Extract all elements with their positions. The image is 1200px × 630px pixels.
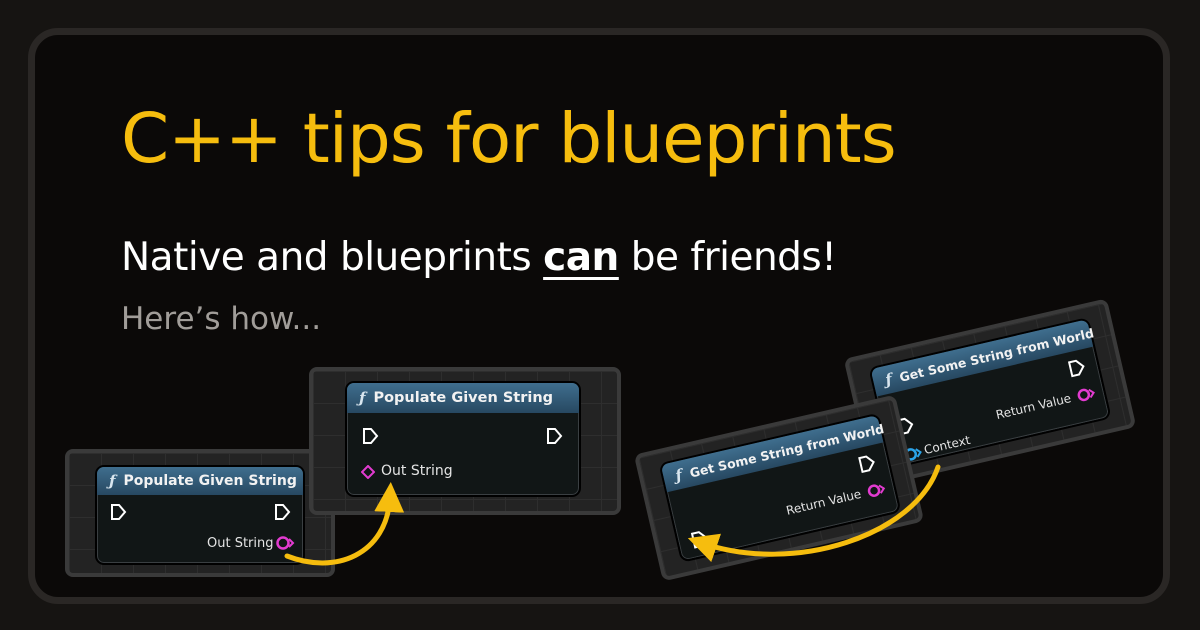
function-icon: ƒ [359, 389, 366, 407]
function-icon: ƒ [673, 465, 684, 485]
pin-label-out-string: Out String [381, 463, 453, 479]
subtitle-emphasis: can [543, 235, 619, 280]
function-icon: ƒ [109, 472, 116, 490]
hero-card: C++ tips for blueprints Native and bluep… [28, 28, 1170, 604]
node-header: ƒ Populate Given String [347, 383, 579, 413]
string-return-pin-icon[interactable] [1074, 384, 1097, 404]
string-value-pin-icon[interactable] [361, 465, 375, 479]
function-icon: ƒ [883, 369, 894, 389]
lead-text: Here’s how... [121, 301, 322, 337]
pin-label-return-value: Return Value [784, 486, 863, 518]
blueprint-node-populate-string-value[interactable]: ƒ Populate Given String Out String [345, 381, 581, 497]
node-title: Populate Given String [373, 390, 554, 406]
exec-output-pin-icon[interactable] [545, 427, 563, 445]
blueprint-panel-after-left: ƒ Populate Given String Out String [309, 367, 621, 515]
blueprint-node-populate-string-ref[interactable]: ƒ Populate Given String Out String [95, 465, 305, 565]
pin-label-return-value: Return Value [994, 391, 1073, 423]
subtitle-start: Native and blueprints [121, 235, 532, 280]
string-return-pin-icon[interactable] [864, 480, 887, 500]
node-title: Get Some String from World [897, 324, 1096, 385]
node-title: Populate Given String [123, 473, 297, 489]
node-header: ƒ Populate Given String [97, 467, 303, 495]
subtitle-end: be friends! [630, 235, 837, 280]
page-title: C++ tips for blueprints [121, 99, 897, 179]
node-header: ƒ Get Some String from World [660, 415, 886, 493]
exec-input-pin-icon[interactable] [109, 503, 127, 521]
exec-output-pin-icon[interactable] [1066, 357, 1088, 379]
blueprint-node-get-string[interactable]: ƒ Get Some String from World Return Valu… [658, 412, 902, 563]
pin-label-context: Context [922, 432, 972, 458]
exec-input-pin-icon[interactable] [361, 427, 379, 445]
blueprint-panel-no-context: ƒ Get Some String from World Return Valu… [633, 394, 925, 582]
exec-output-pin-icon[interactable] [273, 503, 291, 521]
exec-output-pin-icon[interactable] [856, 453, 878, 475]
string-ref-pin-icon[interactable] [275, 535, 295, 551]
pin-label-out-string: Out String [207, 536, 274, 551]
blueprint-panel-before-left: ƒ Populate Given String Out String [65, 449, 335, 577]
node-title: Get Some String from World [688, 420, 886, 480]
subtitle: Native and blueprints can be friends! [121, 235, 837, 280]
node-header: ƒ Get Some String from World [870, 319, 1096, 397]
exec-input-pin-icon[interactable] [689, 528, 711, 550]
